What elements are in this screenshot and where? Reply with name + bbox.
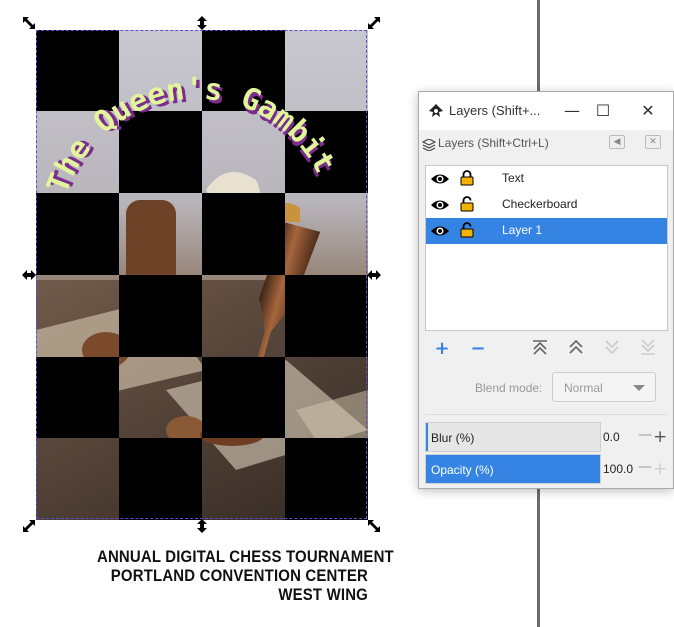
blur-slider-marker [426, 423, 428, 451]
panel-title: Layers (Shift+Ctrl+L) [438, 136, 549, 150]
lower-to-bottom-icon[interactable] [637, 338, 659, 360]
caption-line-1: ANNUAL DIGITAL CHESS TOURNAMENT [96, 547, 394, 566]
opacity-value[interactable]: 100.0 [603, 462, 633, 476]
layer-list: Text Checkerboard Layer 1 [425, 165, 668, 331]
minimize-button[interactable]: — [558, 98, 586, 124]
blend-mode-label: Blend mode: [475, 381, 543, 395]
layer-name: Layer 1 [502, 223, 543, 237]
eye-icon[interactable] [430, 197, 450, 216]
panel-dock-button[interactable]: ◀ [609, 135, 625, 149]
layers-dialog: Layers (Shift+... — ☐ ✕ Layers (Shift+Ct… [418, 91, 674, 489]
layer-row-text[interactable]: Text [426, 166, 667, 192]
poster-artwork[interactable]: The Queen's Gambit The Queen's Gambit [36, 30, 368, 520]
lower-layer-icon[interactable] [601, 338, 623, 360]
layer-name: Text [502, 171, 525, 185]
scale-handle-bottom-right[interactable] [367, 519, 381, 533]
lock-icon[interactable] [460, 170, 474, 190]
scale-handle-bottom-left[interactable] [22, 519, 36, 533]
layer-toolbar: + − [419, 336, 673, 362]
poster-caption: ANNUAL DIGITAL CHESS TOURNAMENT PORTLAND… [96, 547, 394, 604]
unlock-icon[interactable] [460, 196, 474, 216]
eye-icon[interactable] [430, 223, 450, 242]
raise-to-top-icon[interactable] [529, 338, 551, 360]
blur-increment[interactable]: + [653, 427, 667, 447]
unlock-icon[interactable] [460, 222, 474, 242]
dialog-titlebar[interactable]: Layers (Shift+... — ☐ ✕ [419, 92, 673, 130]
scale-handle-right[interactable] [367, 268, 381, 282]
inkscape-icon [428, 103, 444, 123]
poster-svg: The Queen's Gambit The Queen's Gambit [36, 30, 368, 520]
blur-value[interactable]: 0.0 [603, 430, 620, 444]
caption-line-2: PORTLAND CONVENTION CENTER [110, 566, 368, 585]
blur-label: Blur (%) [431, 431, 475, 445]
close-button[interactable]: ✕ [634, 98, 662, 124]
blend-mode-select[interactable]: Normal [552, 372, 656, 402]
scale-handle-left[interactable] [22, 268, 36, 282]
opacity-decrement[interactable]: — [638, 459, 652, 475]
scale-handle-top-left[interactable] [22, 16, 36, 30]
raise-layer-icon[interactable] [565, 338, 587, 360]
scale-handle-bottom[interactable] [195, 519, 209, 533]
blend-mode-value: Normal [564, 381, 603, 395]
layer-row-checkerboard[interactable]: Checkerboard [426, 192, 667, 218]
remove-layer-icon[interactable]: − [467, 338, 489, 360]
layer-row-layer-1[interactable]: Layer 1 [426, 218, 667, 244]
add-layer-icon[interactable]: + [431, 338, 453, 360]
panel-close-button[interactable]: ✕ [645, 135, 661, 149]
blur-slider[interactable]: Blur (%) [425, 422, 601, 452]
scale-handle-top-right[interactable] [367, 16, 381, 30]
blur-decrement[interactable]: — [638, 427, 652, 443]
chevron-down-icon [633, 385, 645, 391]
maximize-button[interactable]: ☐ [589, 98, 617, 124]
panel-header: Layers (Shift+Ctrl+L) ◀ ✕ [419, 132, 673, 154]
opacity-label: Opacity (%) [431, 463, 494, 477]
scale-handle-top[interactable] [195, 16, 209, 30]
opacity-slider[interactable]: Opacity (%) [425, 454, 601, 484]
layer-name: Checkerboard [502, 197, 578, 211]
divider [425, 414, 667, 415]
eye-icon[interactable] [430, 171, 450, 190]
layers-panel-icon [421, 136, 437, 155]
window-title: Layers (Shift+... [449, 103, 541, 118]
caption-line-3: WEST WING [278, 585, 368, 604]
opacity-increment[interactable]: + [653, 459, 667, 479]
